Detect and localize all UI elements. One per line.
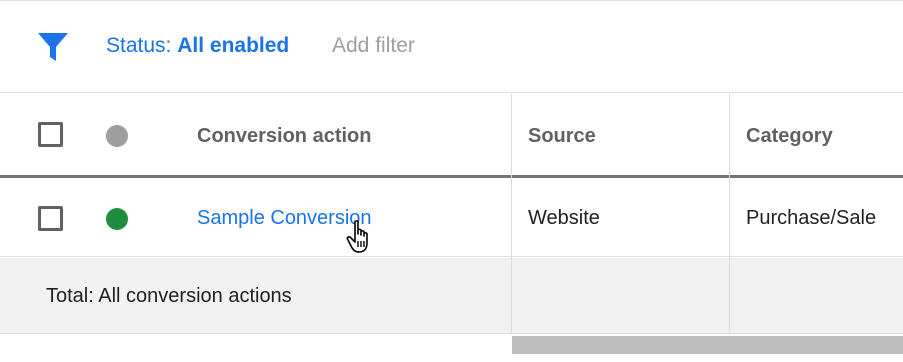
column-divider [511,94,512,334]
filter-bar: Status: All enabled Add filter [0,1,903,93]
row-status-icon [106,208,128,230]
table-header-row: Conversion action Source Category [0,94,903,178]
source-cell: Website [528,207,600,229]
filter-icon[interactable] [36,31,70,63]
status-filter-value: All enabled [177,34,290,57]
row-select-checkbox[interactable] [38,206,63,231]
column-header-conversion-action[interactable]: Conversion action [197,125,371,148]
hand-pointer-cursor-icon [346,220,368,253]
status-column-header-icon [106,125,128,147]
select-all-checkbox[interactable] [38,122,63,147]
total-label: Total: All conversion actions [46,285,292,307]
add-filter-button[interactable]: Add filter [332,34,415,58]
category-cell: Purchase/Sale [746,207,877,229]
status-filter-chip[interactable]: Status: All enabled [106,34,289,58]
column-header-category[interactable]: Category [746,125,833,148]
table-row: Sample Conversion Website Purchase/Sale [0,181,903,257]
column-header-source[interactable]: Source [528,125,596,148]
total-row: Total: All conversion actions [0,258,903,334]
column-divider [729,94,730,334]
conversions-panel: Status: All enabled Add filter Conversio… [0,0,903,362]
status-filter-label: Status: [106,34,172,57]
horizontal-scrollbar[interactable] [512,336,903,354]
